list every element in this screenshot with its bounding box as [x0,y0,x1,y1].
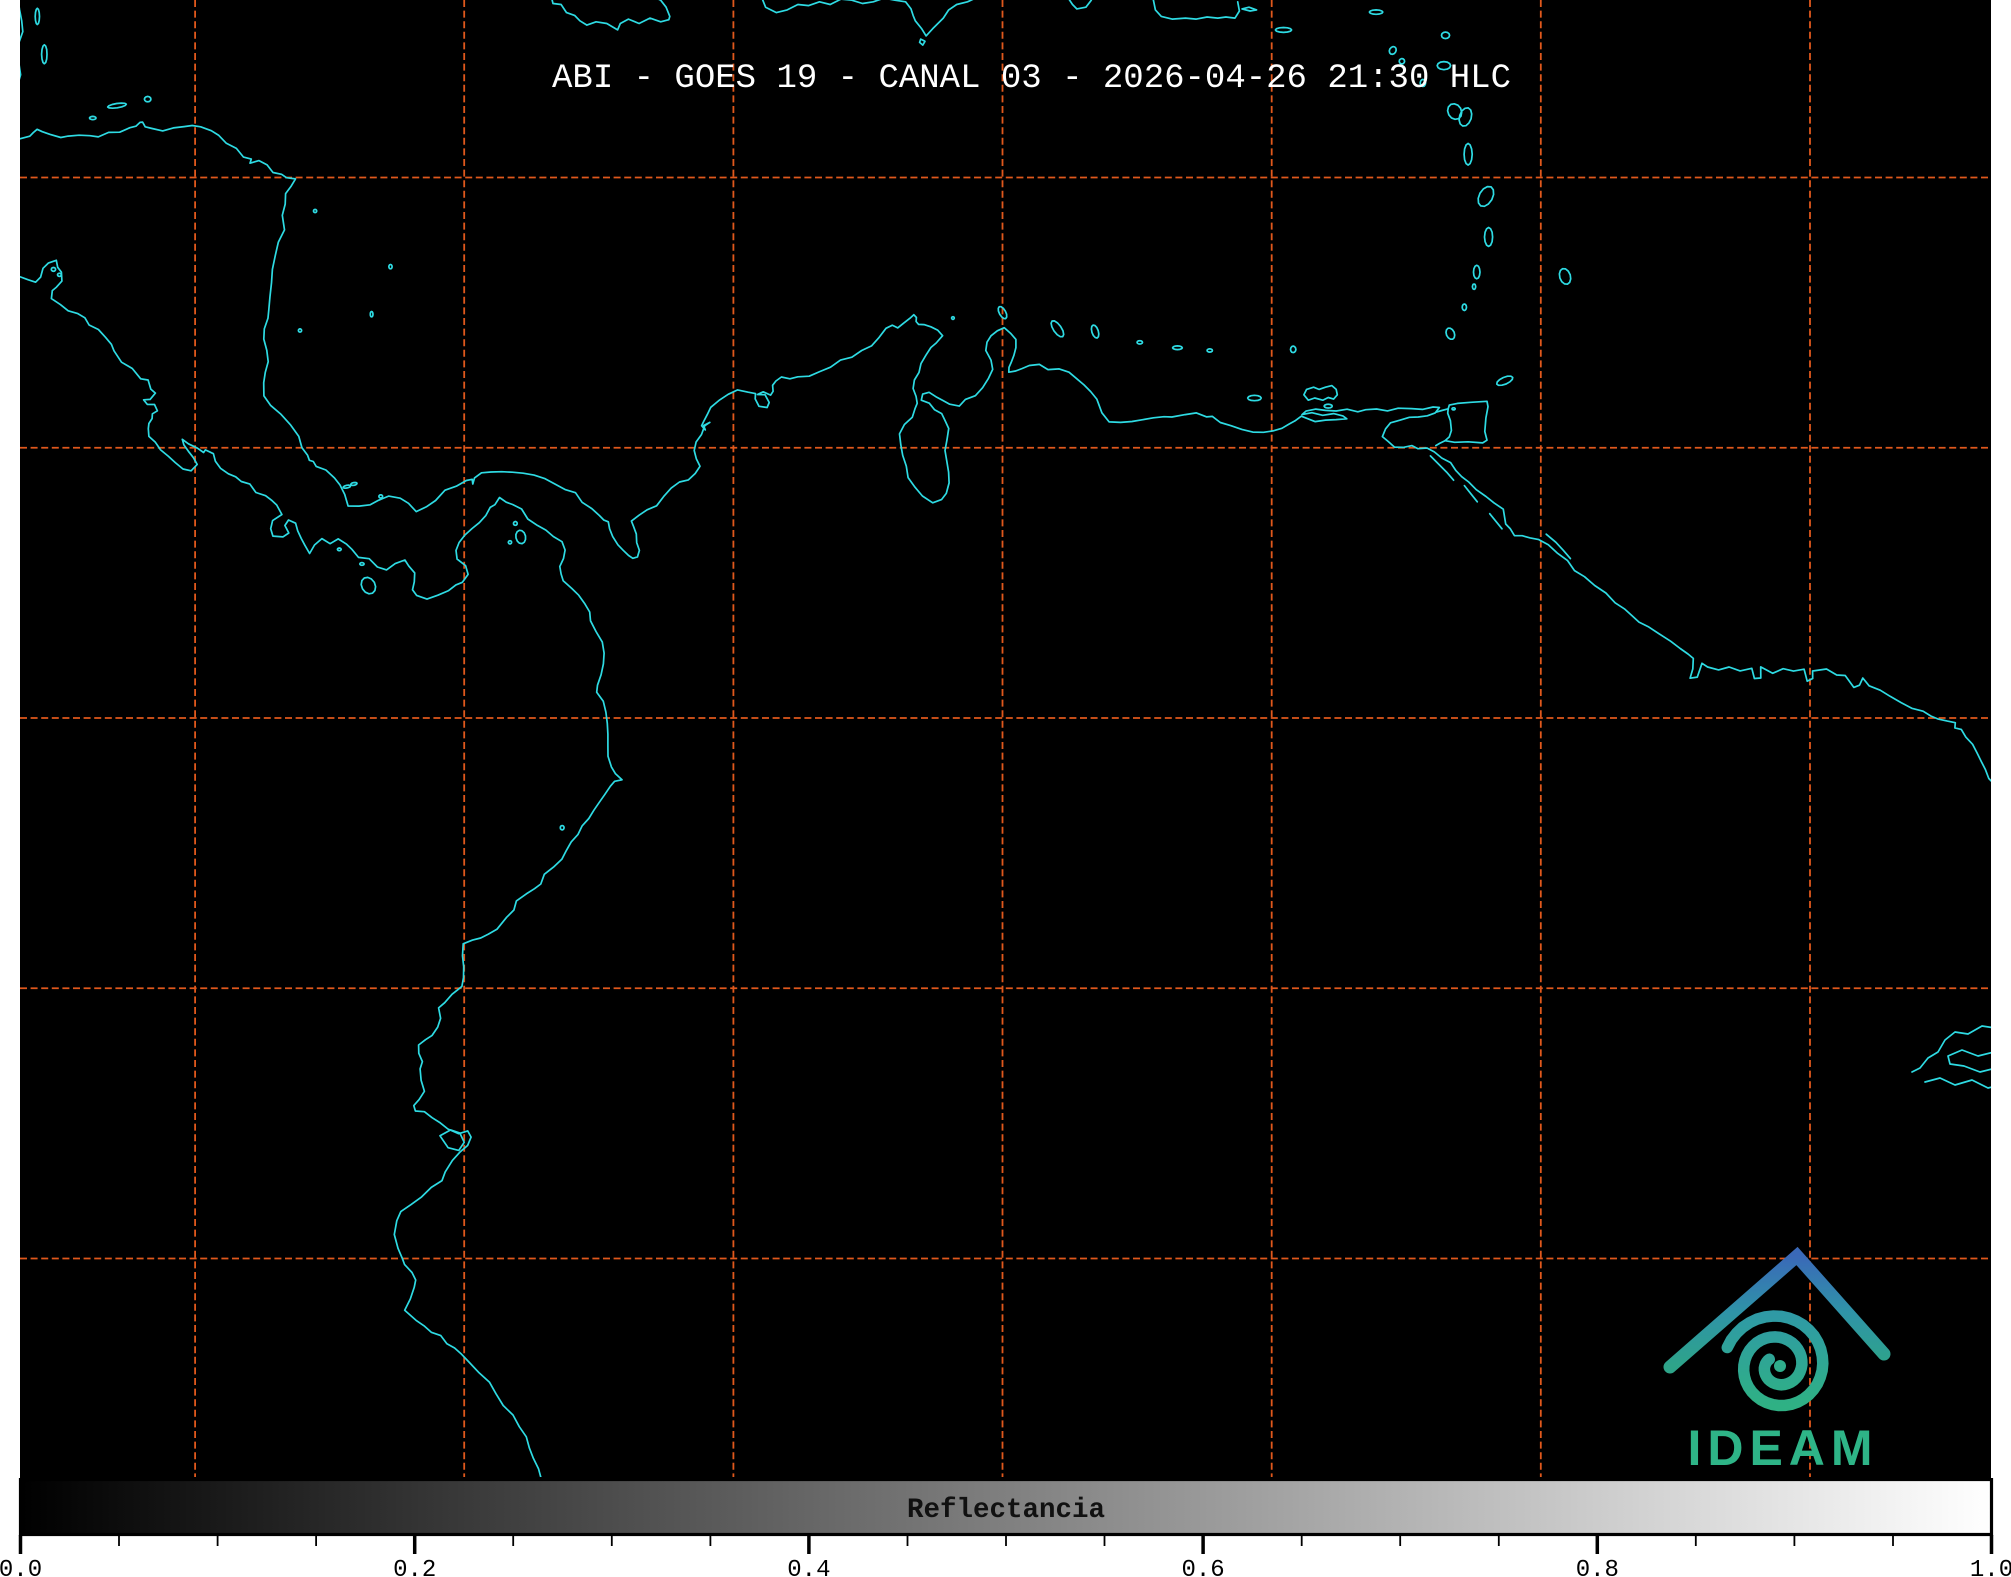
svg-text:0.2: 0.2 [393,1557,436,1577]
svg-text:0.6: 0.6 [1181,1557,1224,1577]
svg-text:Reflectancia: Reflectancia [907,1495,1105,1526]
svg-text:0.8: 0.8 [1576,1557,1619,1577]
svg-text:1.0: 1.0 [1970,1557,2011,1577]
svg-text:IDEAM: IDEAM [1687,1420,1878,1476]
svg-text:0.0: 0.0 [0,1557,42,1577]
svg-text:0.4: 0.4 [787,1557,830,1577]
